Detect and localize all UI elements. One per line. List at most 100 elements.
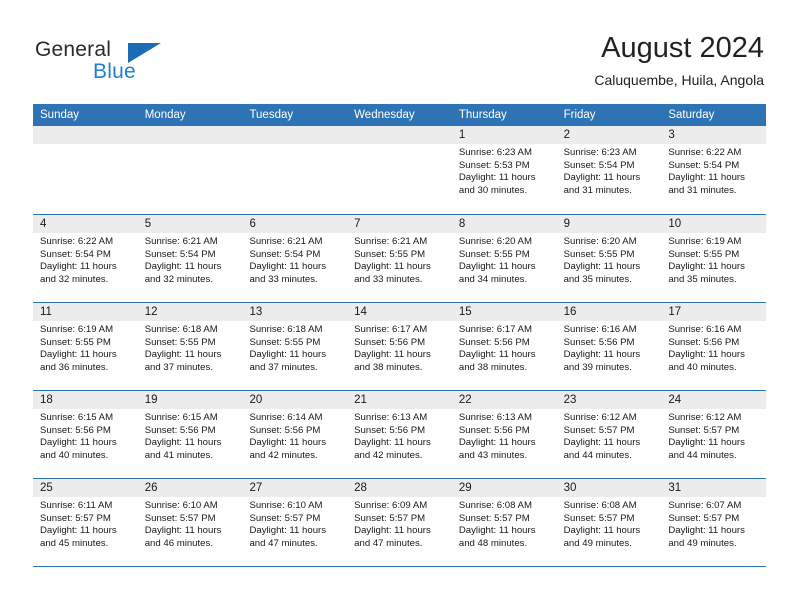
- day-number: 20: [249, 394, 263, 406]
- day-detail: Sunrise: 6:12 AM Sunset: 5:57 PM Daylight:…: [564, 409, 657, 462]
- calendar-day-cell[interactable]: 8 Sunrise: 6:20 AM Sunset: 5:55 PM Daylight…: [452, 215, 557, 302]
- calendar-day-cell-empty: [138, 126, 243, 214]
- daylight-text-line2: and 49 minutes.: [668, 537, 737, 549]
- calendar-day-cell[interactable]: 9 Sunrise: 6:20 AM Sunset: 5:55 PM Daylight…: [557, 215, 662, 302]
- calendar-day-cell[interactable]: 21 Sunrise: 6:13 AM Sunset: 5:56 PM Dayligh…: [347, 391, 452, 478]
- sunrise-text: Sunrise: 6:15 AM: [144, 412, 218, 423]
- day-number: 11: [40, 306, 52, 318]
- day-number: 5: [144, 218, 152, 230]
- daylight-text-line2: and 38 minutes.: [354, 361, 423, 373]
- day-detail: Sunrise: 6:23 AM Sunset: 5:54 PM Daylight:…: [564, 144, 657, 197]
- sunrise-text: Sunrise: 6:09 AM: [354, 500, 428, 511]
- calendar-day-cell[interactable]: 23 Sunrise: 6:12 AM Sunset: 5:57 PM Dayligh…: [557, 391, 662, 478]
- calendar-week-cells: 25 Sunrise: 6:11 AM Sunset: 5:57 PM Dayligh…: [33, 479, 766, 566]
- day-detail: Sunrise: 6:13 AM Sunset: 5:56 PM Daylight:…: [354, 409, 447, 462]
- calendar-day-cell[interactable]: 25 Sunrise: 6:11 AM Sunset: 5:57 PM Dayligh…: [33, 479, 138, 566]
- calendar-day-cell[interactable]: 26 Sunrise: 6:10 AM Sunset: 5:57 PM Dayligh…: [138, 479, 243, 566]
- day-number: 23: [563, 394, 577, 406]
- day-detail: Sunrise: 6:11 AM Sunset: 5:57 PM Daylight:…: [40, 497, 133, 550]
- calendar-day-cell[interactable]: 11 Sunrise: 6:19 AM Sunset: 5:55 PM Dayligh…: [33, 303, 138, 390]
- sunrise-text: Sunrise: 6:17 AM: [458, 324, 532, 335]
- day-detail: Sunrise: 6:17 AM Sunset: 5:56 PM Daylight:…: [354, 321, 447, 374]
- calendar-day-cell[interactable]: 12 Sunrise: 6:18 AM Sunset: 5:55 PM Dayligh…: [138, 303, 243, 390]
- day-number: 13: [249, 306, 263, 318]
- day-detail: Sunrise: 6:12 AM Sunset: 5:57 PM Daylight:…: [668, 409, 761, 462]
- sunset-text: Sunset: 5:54 PM: [563, 159, 635, 171]
- day-detail: Sunrise: 6:10 AM Sunset: 5:57 PM Daylight:…: [145, 497, 238, 550]
- day-detail: Sunrise: 6:15 AM Sunset: 5:56 PM Daylight:…: [145, 409, 238, 462]
- sunset-text: Sunset: 5:55 PM: [458, 248, 530, 260]
- calendar-day-cell[interactable]: 20 Sunrise: 6:14 AM Sunset: 5:56 PM Dayligh…: [242, 391, 347, 478]
- calendar-week-row: 4 Sunrise: 6:22 AM Sunset: 5:54 PM Daylight…: [33, 214, 766, 302]
- logo-text-blue: Blue: [93, 60, 136, 83]
- daylight-text-line2: and 34 minutes.: [458, 273, 528, 285]
- daylight-text-line1: Daylight: 11 hours: [144, 261, 222, 273]
- daylight-text-line2: and 38 minutes.: [458, 361, 528, 373]
- daylight-text-line1: Daylight: 11 hours: [563, 172, 641, 184]
- calendar-day-cell[interactable]: 13 Sunrise: 6:18 AM Sunset: 5:55 PM Dayligh…: [242, 303, 347, 390]
- daylight-text-line2: and 37 minutes.: [144, 361, 213, 373]
- sunset-text: Sunset: 5:57 PM: [668, 424, 740, 436]
- sunrise-text: Sunrise: 6:13 AM: [458, 412, 532, 423]
- calendar-week-cells: 18 Sunrise: 6:15 AM Sunset: 5:56 PM Dayligh…: [33, 391, 766, 478]
- calendar-day-cell[interactable]: 2 Sunrise: 6:23 AM Sunset: 5:54 PM Daylight…: [557, 126, 662, 214]
- daylight-text-line2: and 45 minutes.: [40, 537, 109, 549]
- calendar-day-cell[interactable]: 17 Sunrise: 6:16 AM Sunset: 5:56 PM Dayligh…: [661, 303, 766, 390]
- calendar-day-cell[interactable]: 10 Sunrise: 6:19 AM Sunset: 5:55 PM Dayligh…: [661, 215, 766, 302]
- calendar-day-cell[interactable]: 31 Sunrise: 6:07 AM Sunset: 5:57 PM Dayligh…: [661, 479, 766, 566]
- daylight-text-line2: and 35 minutes.: [563, 273, 632, 285]
- daylight-text-line1: Daylight: 11 hours: [144, 437, 222, 449]
- calendar-day-cell[interactable]: 30 Sunrise: 6:08 AM Sunset: 5:57 PM Dayligh…: [557, 479, 662, 566]
- daylight-text-line1: Daylight: 11 hours: [249, 525, 327, 537]
- calendar-day-cell-empty: [347, 126, 452, 214]
- day-detail: Sunrise: 6:16 AM Sunset: 5:56 PM Daylight:…: [564, 321, 657, 374]
- calendar-day-cell[interactable]: 29 Sunrise: 6:08 AM Sunset: 5:57 PM Dayligh…: [452, 479, 557, 566]
- daylight-text-line1: Daylight: 11 hours: [668, 172, 745, 184]
- day-number: 4: [40, 218, 47, 230]
- daylight-text-line1: Daylight: 11 hours: [249, 261, 327, 273]
- calendar-day-cell[interactable]: 16 Sunrise: 6:16 AM Sunset: 5:56 PM Dayligh…: [557, 303, 662, 390]
- daylight-text-line2: and 33 minutes.: [249, 273, 318, 285]
- day-detail: Sunrise: 6:20 AM Sunset: 5:55 PM Daylight:…: [459, 233, 552, 286]
- calendar-day-cell[interactable]: 19 Sunrise: 6:15 AM Sunset: 5:56 PM Dayligh…: [138, 391, 243, 478]
- sunrise-text: Sunrise: 6:23 AM: [458, 147, 532, 158]
- calendar-day-cell[interactable]: 15 Sunrise: 6:17 AM Sunset: 5:56 PM Dayligh…: [452, 303, 557, 390]
- daylight-text-line1: Daylight: 11 hours: [40, 261, 117, 273]
- calendar-day-cell[interactable]: 5 Sunrise: 6:21 AM Sunset: 5:54 PM Daylight…: [138, 215, 243, 302]
- day-number: 2: [563, 129, 570, 141]
- calendar-day-cell[interactable]: 18 Sunrise: 6:15 AM Sunset: 5:56 PM Dayligh…: [33, 391, 138, 478]
- sunset-text: Sunset: 5:56 PM: [668, 336, 740, 348]
- calendar-day-cell[interactable]: 1 Sunrise: 6:23 AM Sunset: 5:53 PM Daylight…: [452, 126, 557, 214]
- sunrise-text: Sunrise: 6:22 AM: [40, 236, 114, 247]
- calendar-day-cell[interactable]: 22 Sunrise: 6:13 AM Sunset: 5:56 PM Dayligh…: [452, 391, 557, 478]
- day-number: 15: [458, 306, 472, 318]
- calendar-day-cell[interactable]: 3 Sunrise: 6:22 AM Sunset: 5:54 PM Daylight…: [661, 126, 766, 214]
- day-number: 21: [354, 394, 367, 406]
- daylight-text-line2: and 44 minutes.: [668, 449, 737, 461]
- calendar-week-cells: 4 Sunrise: 6:22 AM Sunset: 5:54 PM Daylight…: [33, 215, 766, 302]
- calendar-day-cell[interactable]: 24 Sunrise: 6:12 AM Sunset: 5:57 PM Dayligh…: [661, 391, 766, 478]
- daylight-text-line1: Daylight: 11 hours: [563, 437, 641, 449]
- general-blue-logo[interactable]: General Blue: [33, 34, 213, 90]
- sunset-text: Sunset: 5:56 PM: [458, 424, 530, 436]
- sunrise-text: Sunrise: 6:23 AM: [563, 147, 637, 158]
- calendar-day-cell[interactable]: 7 Sunrise: 6:21 AM Sunset: 5:55 PM Daylight…: [347, 215, 452, 302]
- calendar-day-cell[interactable]: 6 Sunrise: 6:21 AM Sunset: 5:54 PM Daylight…: [242, 215, 347, 302]
- calendar-day-cell[interactable]: 14 Sunrise: 6:17 AM Sunset: 5:56 PM Dayligh…: [347, 303, 452, 390]
- day-detail: Sunrise: 6:19 AM Sunset: 5:55 PM Daylight:…: [668, 233, 761, 286]
- daylight-text-line2: and 42 minutes.: [249, 449, 318, 461]
- calendar-day-cell[interactable]: 28 Sunrise: 6:09 AM Sunset: 5:57 PM Dayligh…: [347, 479, 452, 566]
- sunrise-text: Sunrise: 6:10 AM: [144, 500, 218, 511]
- daylight-text-line1: Daylight: 11 hours: [249, 349, 327, 361]
- sunrise-text: Sunrise: 6:11 AM: [40, 500, 113, 511]
- sunrise-text: Sunrise: 6:07 AM: [668, 500, 742, 511]
- weekday-header-saturday: Saturday: [668, 109, 715, 121]
- weekday-header-tuesday: Tuesday: [249, 109, 294, 121]
- calendar-day-cell[interactable]: 4 Sunrise: 6:22 AM Sunset: 5:54 PM Daylight…: [33, 215, 138, 302]
- day-number: 3: [668, 129, 675, 141]
- daylight-text-line1: Daylight: 11 hours: [668, 261, 745, 273]
- daylight-text-line1: Daylight: 11 hours: [354, 525, 431, 537]
- sunset-text: Sunset: 5:54 PM: [668, 159, 740, 171]
- calendar-day-cell-empty: [33, 126, 138, 214]
- calendar-day-cell[interactable]: 27 Sunrise: 6:10 AM Sunset: 5:57 PM Dayligh…: [242, 479, 347, 566]
